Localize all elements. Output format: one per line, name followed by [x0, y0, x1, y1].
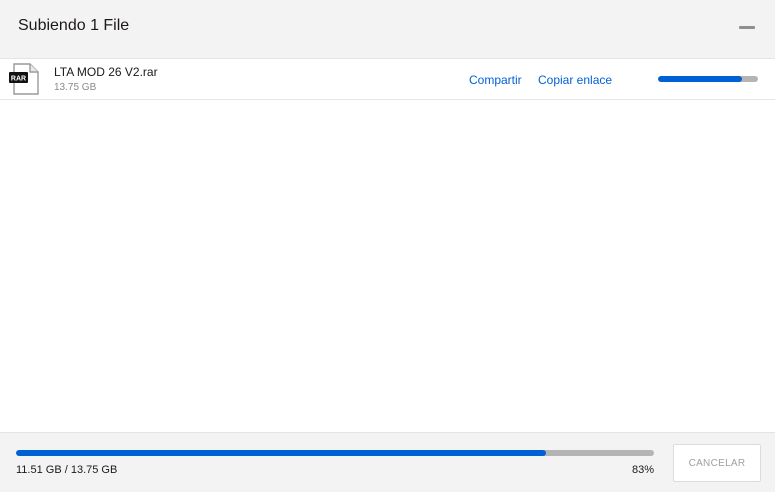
file-type-badge: RAR: [11, 76, 26, 83]
transfer-amount: 11.51 GB / 13.75 GB: [16, 464, 118, 476]
dialog-footer: 11.51 GB / 13.75 GB 83% CANCELAR: [0, 432, 775, 492]
cancel-button[interactable]: CANCELAR: [673, 444, 761, 482]
rar-file-icon: RAR: [9, 63, 39, 95]
upload-dialog: Subiendo 1 File RAR LTA MOD 26 V2.rar 13…: [0, 0, 775, 492]
file-progress-fill: [658, 76, 742, 82]
overall-progress-bar: [16, 450, 654, 456]
minimize-icon: [739, 26, 755, 29]
file-size: 13.75 GB: [54, 82, 97, 93]
copy-link-link[interactable]: Copiar enlace: [538, 73, 612, 87]
overall-progress-fill: [16, 450, 546, 456]
file-name: LTA MOD 26 V2.rar: [54, 65, 158, 79]
dialog-header: Subiendo 1 File: [0, 0, 775, 59]
file-row: RAR LTA MOD 26 V2.rar 13.75 GB Compartir…: [0, 59, 775, 100]
dialog-title: Subiendo 1 File: [18, 17, 130, 34]
file-progress-bar: [658, 76, 758, 82]
minimize-button[interactable]: [737, 18, 759, 38]
share-link[interactable]: Compartir: [469, 73, 522, 87]
progress-percent: 83%: [631, 464, 654, 476]
